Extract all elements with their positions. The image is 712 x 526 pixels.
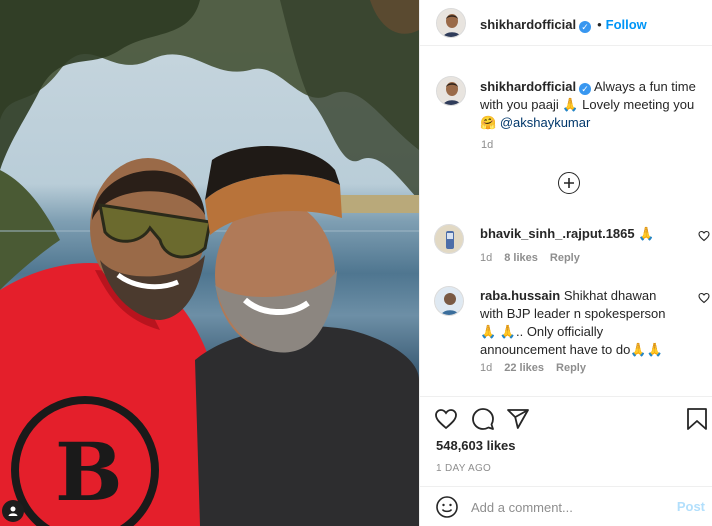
- user-tag-icon[interactable]: [2, 500, 24, 522]
- follow-button[interactable]: Follow: [606, 17, 647, 32]
- comment-avatar[interactable]: [434, 224, 464, 254]
- comment-text: bhavik_sinh_.rajput.1865 🙏: [480, 225, 676, 243]
- caption-username[interactable]: shikhardofficial: [480, 79, 576, 94]
- comment-likes[interactable]: 8 likes: [504, 252, 538, 264]
- comment-meta: 1d 8 likes Reply: [480, 252, 592, 264]
- svg-text:B: B: [55, 425, 123, 519]
- author-username[interactable]: shikhardofficial: [480, 17, 576, 32]
- heart-icon[interactable]: [434, 407, 458, 431]
- verified-badge-icon: ✓: [579, 21, 592, 33]
- comment-username[interactable]: bhavik_sinh_.rajput.1865: [480, 226, 635, 241]
- caption-text: shikhardofficial ✓ Always a fun time with…: [480, 78, 712, 132]
- reply-button[interactable]: Reply: [556, 362, 586, 374]
- paper-plane-icon[interactable]: [506, 407, 530, 431]
- post-date[interactable]: 1 DAY AGO: [436, 463, 491, 474]
- header-username-row: shikhardofficial ✓ • Follow: [480, 16, 647, 34]
- verified-badge-icon: ✓: [579, 83, 592, 95]
- comment-input[interactable]: [471, 497, 671, 517]
- comment-likes[interactable]: 22 likes: [504, 362, 544, 374]
- comment-username[interactable]: raba.hussain: [480, 288, 560, 303]
- comment-avatar[interactable]: [434, 286, 464, 316]
- post-details-panel: shikhardofficial ✓ • Follow shikhardofficia…: [419, 0, 712, 526]
- caption-mention[interactable]: @akshaykumar: [500, 115, 591, 130]
- post-comment-button[interactable]: Post: [677, 499, 705, 514]
- add-comment-bar: Post: [420, 486, 712, 526]
- comment-time[interactable]: 1d: [480, 252, 492, 264]
- comment-time[interactable]: 1d: [480, 362, 492, 374]
- caption-time[interactable]: 1d: [481, 139, 493, 151]
- plus-circle-icon[interactable]: [558, 172, 580, 194]
- post-header: shikhardofficial ✓ • Follow: [420, 0, 712, 46]
- photo-illustration: B: [0, 0, 419, 526]
- speech-bubble-icon[interactable]: [471, 407, 495, 431]
- post-photo[interactable]: B: [0, 0, 419, 526]
- likes-count[interactable]: 548,603 likes: [436, 438, 516, 453]
- comment-body: 🙏: [638, 226, 655, 241]
- caption-avatar[interactable]: [436, 76, 466, 106]
- comment-text: raba.hussain Shikhat dhawan with BJP lea…: [480, 287, 676, 359]
- author-avatar[interactable]: [436, 8, 466, 38]
- reply-button[interactable]: Reply: [550, 252, 580, 264]
- separator-dot: •: [597, 17, 602, 32]
- comment-heart-icon[interactable]: [698, 230, 710, 242]
- bookmark-icon[interactable]: [686, 407, 708, 431]
- comment-heart-icon[interactable]: [698, 292, 710, 304]
- comment-meta: 1d 22 likes Reply: [480, 362, 598, 374]
- smiley-icon[interactable]: [435, 495, 459, 519]
